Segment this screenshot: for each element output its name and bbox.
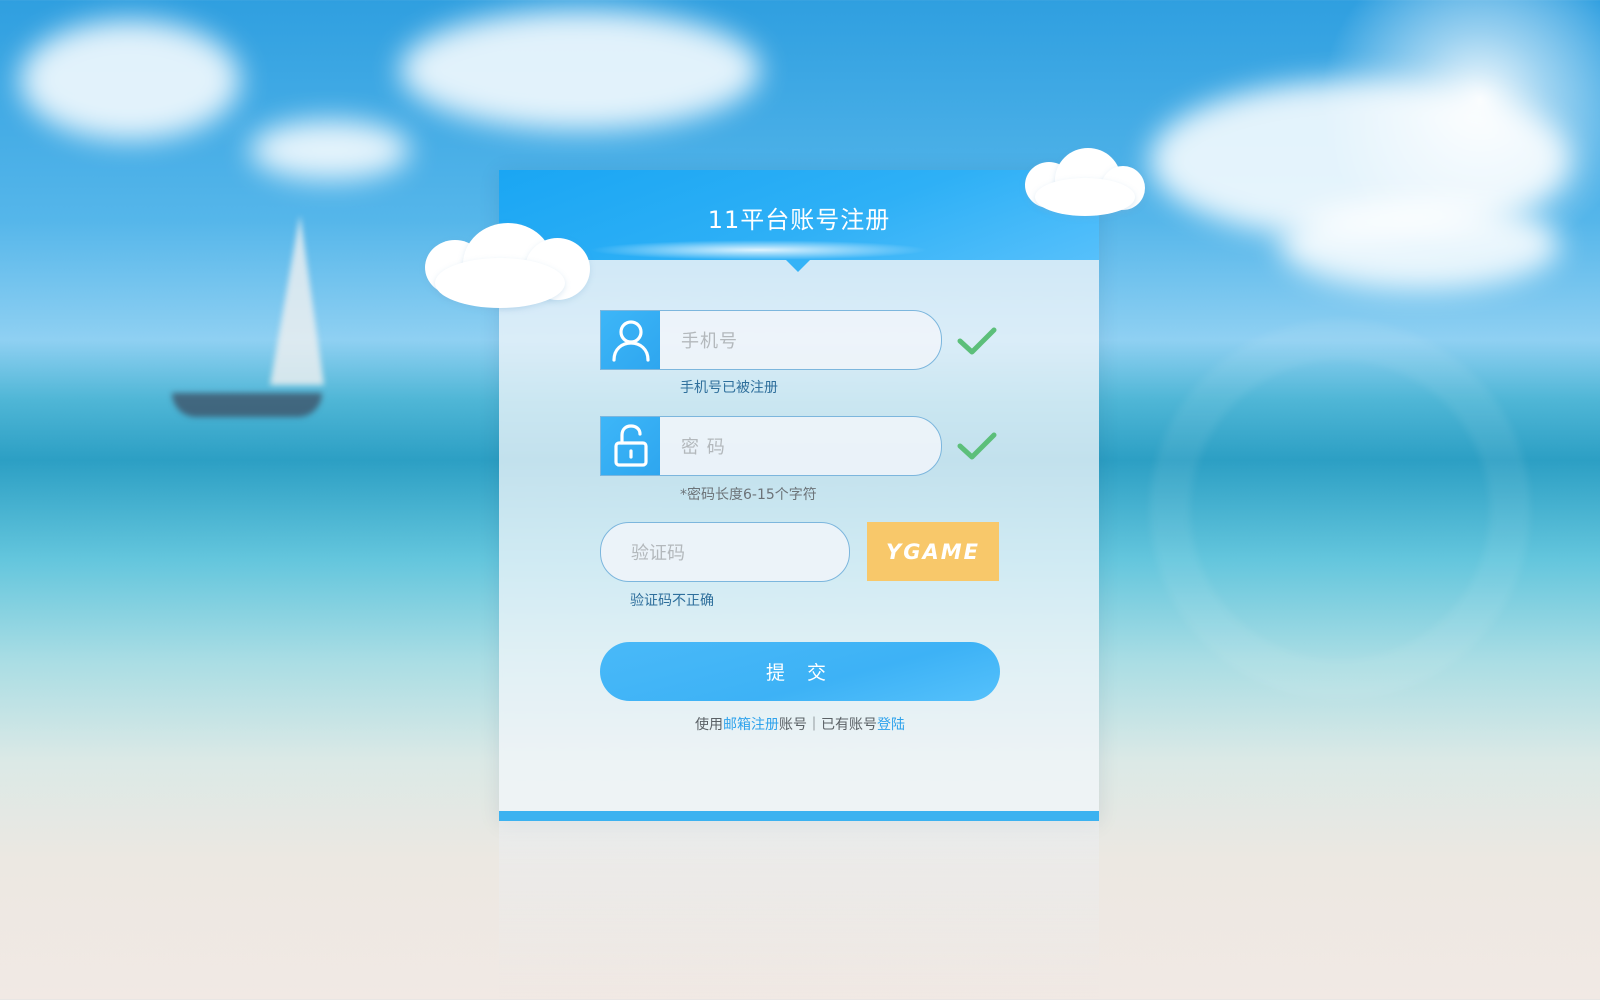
- login-link[interactable]: 登陆: [877, 717, 905, 733]
- footer-prefix: 使用: [695, 717, 723, 733]
- cloud-left-decoration: [425, 218, 595, 313]
- background-cloud: [20, 20, 240, 140]
- phone-valid-check-icon: [957, 327, 997, 355]
- background-cloud: [250, 120, 410, 180]
- cloud-right-decoration: [1025, 148, 1150, 218]
- card-bottom-bar: [499, 811, 1099, 821]
- background-cloud: [400, 10, 760, 130]
- lens-flare: [1150, 320, 1530, 700]
- phone-hint: 手机号已被注册: [680, 380, 778, 396]
- unlock-icon: [601, 417, 660, 475]
- sailboat-sail: [270, 215, 324, 385]
- password-hint: *密码长度6-15个字符: [680, 487, 817, 503]
- header-glare: [589, 240, 929, 260]
- card-reflection: [499, 821, 1099, 1000]
- background-cloud: [1280, 200, 1560, 290]
- password-input[interactable]: [679, 417, 903, 475]
- captcha-input[interactable]: [629, 523, 823, 583]
- phone-input[interactable]: [679, 311, 903, 369]
- captcha-field[interactable]: [600, 522, 850, 583]
- user-icon: [601, 311, 660, 369]
- password-valid-check-icon: [957, 432, 997, 460]
- captcha-image[interactable]: YGAME: [867, 522, 999, 581]
- captcha-hint: 验证码不正确: [630, 593, 714, 609]
- footer-middle: 账号｜已有账号: [779, 717, 877, 733]
- password-field[interactable]: [600, 416, 942, 476]
- header-pointer: [785, 259, 811, 272]
- sailboat-hull: [172, 393, 322, 417]
- footer-links: 使用邮箱注册账号｜已有账号登陆: [600, 714, 1000, 734]
- phone-field[interactable]: [600, 310, 942, 370]
- email-register-link[interactable]: 邮箱注册: [723, 717, 779, 733]
- submit-button[interactable]: 提 交: [600, 642, 1000, 701]
